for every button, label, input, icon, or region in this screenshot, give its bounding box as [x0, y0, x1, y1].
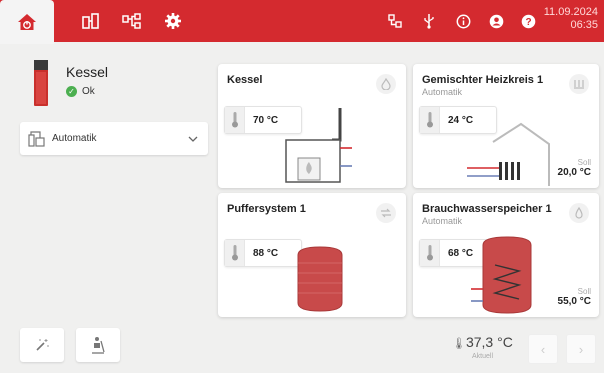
help-icon: ? — [521, 14, 535, 28]
buffer-temperature: 88 °C — [253, 247, 279, 259]
target-label: Soll — [577, 287, 591, 296]
heating-circuit-target: Soll 20,0 °C — [558, 158, 591, 178]
hot-water-card[interactable]: Brauchwasserspeicher 1 Automatik 68 °C S… — [413, 193, 599, 317]
heating-circuit-mode: Automatik — [422, 87, 463, 97]
info-button[interactable] — [452, 11, 474, 31]
chevron-down-icon — [188, 136, 198, 142]
chevron-right-icon: › — [578, 341, 584, 357]
svg-text:?: ? — [525, 17, 531, 28]
user-button[interactable] — [485, 11, 507, 31]
target-temperature: 20,0 °C — [557, 167, 591, 178]
thermometer-icon — [225, 107, 245, 133]
time: 06:35 — [570, 19, 598, 31]
heating-circuit-card[interactable]: Gemischter Heizkreis 1 Automatik 24 °C S… — [413, 64, 599, 188]
chimney-sweep-button[interactable] — [76, 328, 120, 362]
chevron-left-icon: ‹ — [540, 341, 546, 357]
target-label: Soll — [577, 158, 591, 167]
magic-wand-icon — [36, 339, 49, 351]
usb-button[interactable] — [418, 11, 440, 31]
device-status-text: Ok — [82, 86, 95, 97]
date-time: 11.09.2024 06:35 — [544, 6, 598, 32]
buffer-card-title: Puffersystem 1 — [227, 203, 306, 215]
hot-water-target: Soll 55,0 °C — [558, 287, 591, 307]
outside-temperature: 🌡37,3 °C — [452, 334, 513, 350]
device-status: ✓ Ok — [66, 86, 95, 97]
outside-temperature-label: Aktuell — [472, 353, 494, 360]
previous-button[interactable]: ‹ — [528, 334, 558, 364]
house-radiator-diagram — [467, 122, 550, 186]
boiler-diagram — [285, 108, 352, 183]
radiator-icon — [569, 74, 589, 94]
info-icon — [456, 14, 470, 28]
hot-water-tank-diagram — [471, 236, 532, 314]
flame-icon — [376, 74, 396, 94]
buffer-icon — [376, 203, 396, 223]
boiler-card-title: Kessel — [227, 74, 263, 86]
hot-water-title: Brauchwasserspeicher 1 — [422, 203, 552, 215]
heating-circuit-title: Gemischter Heizkreis 1 — [422, 74, 544, 86]
user-icon — [489, 14, 503, 28]
tab-network[interactable] — [119, 9, 145, 33]
mode-dropdown[interactable]: Automatik — [20, 122, 208, 155]
boiler-card[interactable]: Kessel 70 °C — [218, 64, 406, 188]
hot-water-mode: Automatik — [422, 216, 463, 226]
next-button[interactable]: › — [566, 334, 596, 364]
buffer-card[interactable]: Puffersystem 1 88 °C — [218, 193, 406, 317]
tab-heating-system[interactable] — [78, 9, 104, 33]
usb-icon — [424, 14, 434, 29]
home-icon — [18, 14, 36, 30]
check-icon: ✓ — [66, 86, 77, 97]
connection-icon — [388, 14, 402, 28]
buffer-tank-diagram — [297, 246, 343, 312]
top-bar: ? 11.09.2024 06:35 — [0, 0, 604, 44]
device-name: Kessel — [66, 64, 109, 80]
help-button[interactable]: ? — [517, 11, 539, 31]
network-icon — [122, 13, 141, 29]
thermometer-icon — [420, 240, 440, 266]
thermometer-icon: 🌡 — [452, 338, 466, 350]
target-temperature: 55,0 °C — [557, 296, 591, 307]
thermometer-icon — [420, 107, 440, 133]
settings-icon — [165, 13, 181, 29]
connection-button[interactable] — [384, 11, 406, 31]
boiler-image — [34, 60, 48, 106]
boiler-temperature: 70 °C — [253, 114, 279, 126]
device-header: Kessel ✓ Ok — [20, 60, 210, 106]
date: 11.09.2024 — [543, 6, 598, 18]
chimney-sweep-icon — [92, 337, 105, 354]
faucet-icon — [569, 203, 589, 223]
outside-temperature-value: 37,3 °C — [465, 334, 513, 350]
magic-wand-button[interactable] — [20, 328, 64, 362]
mode-dropdown-value: Automatik — [52, 133, 97, 144]
tab-home[interactable] — [0, 0, 54, 44]
tab-settings[interactable] — [160, 9, 186, 33]
thermometer-icon — [225, 240, 245, 266]
heating-system-icon — [82, 13, 99, 29]
mode-icon — [28, 130, 45, 147]
